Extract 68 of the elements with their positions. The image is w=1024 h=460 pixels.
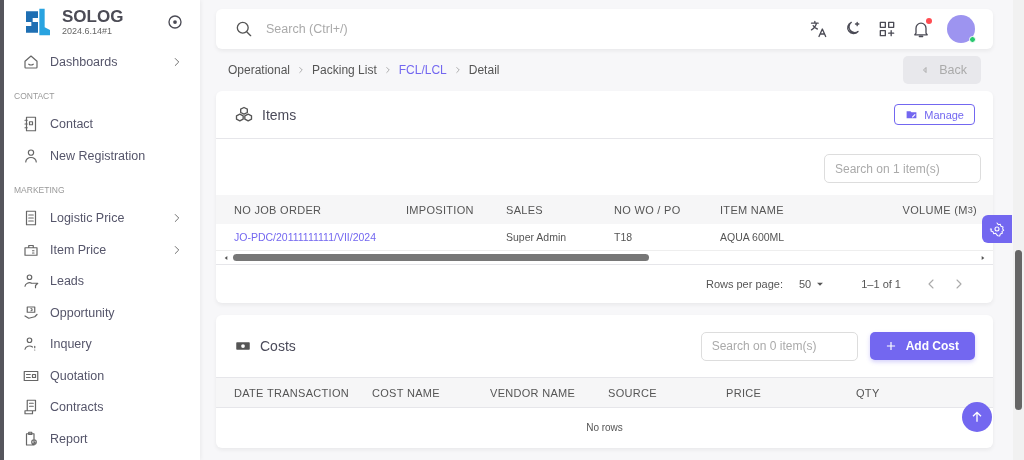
sidebar-item[interactable]: Item Price xyxy=(22,234,184,266)
table-cell: Super Admin xyxy=(488,224,596,251)
folder-edit-icon xyxy=(905,108,919,121)
section-label: MARKETING xyxy=(14,183,66,197)
person-icon xyxy=(22,146,40,165)
breadcrumb-item: Detail xyxy=(468,62,500,77)
table-cell: AQUA 600ML xyxy=(702,224,822,251)
page-range: 1–1 of 1 xyxy=(861,278,901,290)
column-header: ITEM NAME xyxy=(702,195,822,224)
sidebar-item[interactable]: Quotation xyxy=(22,360,184,392)
column-header: QTY xyxy=(855,385,881,401)
column-header: SOURCE xyxy=(607,385,658,401)
sidebar-item-label: Quotation xyxy=(50,368,106,383)
breadcrumb-item: Operational xyxy=(228,62,291,77)
sidebar-item[interactable]: Contracts xyxy=(22,391,184,423)
radio-circle-icon xyxy=(166,13,184,31)
manage-button[interactable]: Manage xyxy=(894,104,975,125)
sidebar-item-label: Opportunity xyxy=(50,305,116,320)
sidebar-item[interactable]: Inquery xyxy=(22,328,184,360)
sidebar-item[interactable]: Report xyxy=(22,423,184,455)
card-title: Costs xyxy=(260,338,296,354)
rows-per-page-select[interactable]: 50 xyxy=(799,277,828,291)
sidebar-item-label: Logistic Price xyxy=(50,211,126,226)
card-title: Items xyxy=(262,106,297,123)
brand-name: SOLOG xyxy=(62,8,125,26)
sidebar-item-label: Contracts xyxy=(50,400,105,415)
sidebar-item[interactable]: Opportunity xyxy=(22,297,184,329)
section-label: CONTACT xyxy=(14,89,56,103)
job-order-link[interactable]: JO-PDC/20111111111/VII/2024 xyxy=(216,224,388,251)
add-cost-button[interactable]: Add Cost xyxy=(869,332,975,360)
avatar[interactable] xyxy=(947,14,975,43)
sidebar-item-label: New Registration xyxy=(50,148,147,163)
sidebar-item-label: Dashboards xyxy=(50,54,119,69)
column-header: SALES xyxy=(488,195,596,224)
rows-per-page-label: Rows per page: xyxy=(705,278,783,290)
column-header: IMPOSITION xyxy=(388,195,488,224)
sidebar-item[interactable]: Logistic Price xyxy=(22,202,184,234)
sidebar-item-label: Contact xyxy=(50,117,95,132)
sidebar-item-label: Leads xyxy=(50,274,86,289)
breadcrumb-link[interactable]: FCL/LCL xyxy=(398,62,447,77)
sidebar-item[interactable]: Contact xyxy=(22,108,184,140)
column-header: PRICE xyxy=(725,385,763,401)
sidebar-item-label: Inquery xyxy=(50,337,93,352)
horizontal-scrollbar[interactable] xyxy=(233,254,650,261)
sidebar-item-label: Report xyxy=(50,431,89,446)
sidebar-item[interactable]: New Registration xyxy=(22,140,184,172)
settings-icon xyxy=(989,221,1005,237)
sidebar-item-label: Item Price xyxy=(50,242,108,257)
sidebar-item[interactable]: Leads xyxy=(22,265,184,297)
column-header: NO JOB ORDER xyxy=(216,195,388,224)
pin-toggle-button[interactable] xyxy=(166,13,184,31)
notification-button[interactable] xyxy=(911,18,931,39)
column-header: COST NAME xyxy=(371,385,441,401)
column-header: VENDOR NAME xyxy=(489,385,577,401)
translate-icon[interactable] xyxy=(809,18,829,39)
column-header: NO WO / PO xyxy=(596,195,702,224)
sidebar-item[interactable]: Dashboards xyxy=(22,46,184,78)
settings-button[interactable] xyxy=(982,215,1012,243)
breadcrumb-item: Packing List xyxy=(312,62,377,77)
person-filter-icon xyxy=(22,272,40,291)
search-field[interactable]: Search (Ctrl+/) xyxy=(264,20,464,37)
table-search-field[interactable]: Search on 1 item(s) xyxy=(824,154,981,183)
version-text: 2024.6.14#1 xyxy=(62,26,114,36)
column-header: DATE TRANSACTION xyxy=(233,385,350,401)
table-cell: T18 xyxy=(596,224,702,251)
vertical-scrollbar[interactable] xyxy=(1013,0,1024,460)
table-search-field[interactable]: Search on 0 item(s) xyxy=(700,331,858,361)
empty-state-text: No rows xyxy=(586,422,623,435)
